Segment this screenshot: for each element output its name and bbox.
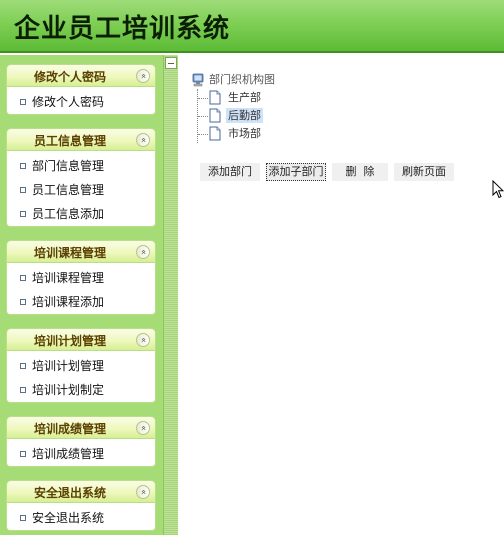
panel-header[interactable]: 培训计划管理 «	[6, 328, 156, 351]
menu-item-label: 员工信息添加	[32, 207, 105, 221]
menu-item-score-manage[interactable]: 培训成绩管理	[7, 442, 155, 466]
panel-title: 安全退出系统	[33, 486, 106, 500]
panel-title: 培训成绩管理	[33, 422, 106, 436]
menu-item-label: 员工信息管理	[32, 183, 105, 197]
panel-title: 修改个人密码	[33, 70, 106, 84]
mouse-cursor-icon	[492, 180, 504, 199]
department-tree: 部门织机构图 生产部 后勤部 市场部	[191, 71, 275, 143]
tree-root[interactable]: 部门织机构图	[191, 71, 275, 89]
menu-item-course-add[interactable]: 培训课程添加	[7, 290, 155, 314]
menu-item-label: 培训计划制定	[32, 383, 105, 397]
tree-children: 生产部 后勤部 市场部	[197, 89, 275, 143]
tree-node-logistics[interactable]: 后勤部	[198, 107, 275, 125]
panel-score: 培训成绩管理 « 培训成绩管理	[6, 416, 156, 467]
app-title: 企业员工培训系统	[14, 14, 231, 44]
computer-icon	[192, 73, 204, 87]
panel-title: 员工信息管理	[33, 134, 106, 148]
menu-item-plan-manage[interactable]: 培训计划管理	[7, 354, 155, 378]
delete-button[interactable]: 删 除	[332, 163, 388, 181]
bullet-square-icon	[20, 363, 26, 369]
panel-header[interactable]: 安全退出系统 «	[6, 480, 156, 503]
panel-logout: 安全退出系统 « 安全退出系统	[6, 480, 156, 531]
app-header: 企业员工培训系统	[0, 0, 504, 53]
tree-root-label: 部门织机构图	[209, 73, 275, 86]
collapse-icon[interactable]: «	[136, 333, 150, 347]
collapse-sidebar-icon[interactable]	[165, 57, 177, 69]
refresh-page-button[interactable]: 刷新页面	[394, 163, 454, 181]
panel-body: 修改个人密码	[6, 87, 156, 115]
menu-item-change-password[interactable]: 修改个人密码	[7, 90, 155, 114]
menu-item-logout[interactable]: 安全退出系统	[7, 506, 155, 530]
panel-title: 培训课程管理	[33, 246, 106, 260]
collapse-icon[interactable]: «	[136, 133, 150, 147]
panel-body: 安全退出系统	[6, 503, 156, 531]
document-icon	[209, 90, 221, 105]
menu-item-course-manage[interactable]: 培训课程管理	[7, 266, 155, 290]
menu-item-label: 安全退出系统	[32, 511, 105, 525]
add-sub-department-button[interactable]: 添加子部门	[266, 163, 326, 181]
menu-item-label: 培训课程管理	[32, 271, 105, 285]
menu-item-employee-info[interactable]: 员工信息管理	[7, 178, 155, 202]
document-icon	[209, 126, 221, 141]
panel-body: 部门信息管理 员工信息管理 员工信息添加	[6, 151, 156, 227]
tree-node-label: 市场部	[228, 127, 261, 140]
menu-item-label: 修改个人密码	[32, 95, 105, 109]
menu-item-employee-add[interactable]: 员工信息添加	[7, 202, 155, 226]
panel-header[interactable]: 培训成绩管理 «	[6, 416, 156, 439]
tree-node-label: 生产部	[228, 91, 261, 104]
panel-course: 培训课程管理 « 培训课程管理 培训课程添加	[6, 240, 156, 315]
menu-item-plan-create[interactable]: 培训计划制定	[7, 378, 155, 402]
menu-item-label: 部门信息管理	[32, 159, 105, 173]
panel-plan: 培训计划管理 « 培训计划管理 培训计划制定	[6, 328, 156, 403]
add-department-button[interactable]: 添加部门	[200, 163, 260, 181]
main-content: 部门织机构图 生产部 后勤部 市场部 添加部门 添加子部门 删 除 刷新页面	[179, 55, 504, 535]
menu-item-label: 培训课程添加	[32, 295, 105, 309]
panel-header[interactable]: 培训课程管理 «	[6, 240, 156, 263]
sidebar-splitter[interactable]	[163, 55, 178, 535]
bullet-square-icon	[20, 451, 26, 457]
bullet-square-icon	[20, 211, 26, 217]
bullet-square-icon	[20, 299, 26, 305]
panel-employee-info: 员工信息管理 « 部门信息管理 员工信息管理 员工信息添加	[6, 128, 156, 227]
bullet-square-icon	[20, 387, 26, 393]
menu-item-label: 培训成绩管理	[32, 447, 105, 461]
collapse-icon[interactable]: «	[136, 245, 150, 259]
panel-body: 培训计划管理 培训计划制定	[6, 351, 156, 403]
bullet-square-icon	[20, 187, 26, 193]
panel-header[interactable]: 修改个人密码 «	[6, 64, 156, 87]
panel-change-password: 修改个人密码 « 修改个人密码	[6, 64, 156, 115]
bullet-square-icon	[20, 99, 26, 105]
tree-node-marketing[interactable]: 市场部	[198, 125, 275, 143]
collapse-icon[interactable]: «	[136, 69, 150, 83]
tree-node-label: 后勤部	[226, 108, 263, 123]
panel-title: 培训计划管理	[33, 334, 106, 348]
tree-node-production[interactable]: 生产部	[198, 89, 275, 107]
document-icon	[209, 108, 221, 123]
bullet-square-icon	[20, 163, 26, 169]
panel-body: 培训课程管理 培训课程添加	[6, 263, 156, 315]
panel-body: 培训成绩管理	[6, 439, 156, 467]
collapse-icon[interactable]: «	[136, 485, 150, 499]
panel-header[interactable]: 员工信息管理 «	[6, 128, 156, 151]
sidebar: 修改个人密码 « 修改个人密码 员工信息管理 « 部门信息管理 员工信息管理 员…	[0, 55, 163, 535]
menu-item-dept-info[interactable]: 部门信息管理	[7, 154, 155, 178]
bullet-square-icon	[20, 275, 26, 281]
collapse-icon[interactable]: «	[136, 421, 150, 435]
menu-item-label: 培训计划管理	[32, 359, 105, 373]
bullet-square-icon	[20, 515, 26, 521]
